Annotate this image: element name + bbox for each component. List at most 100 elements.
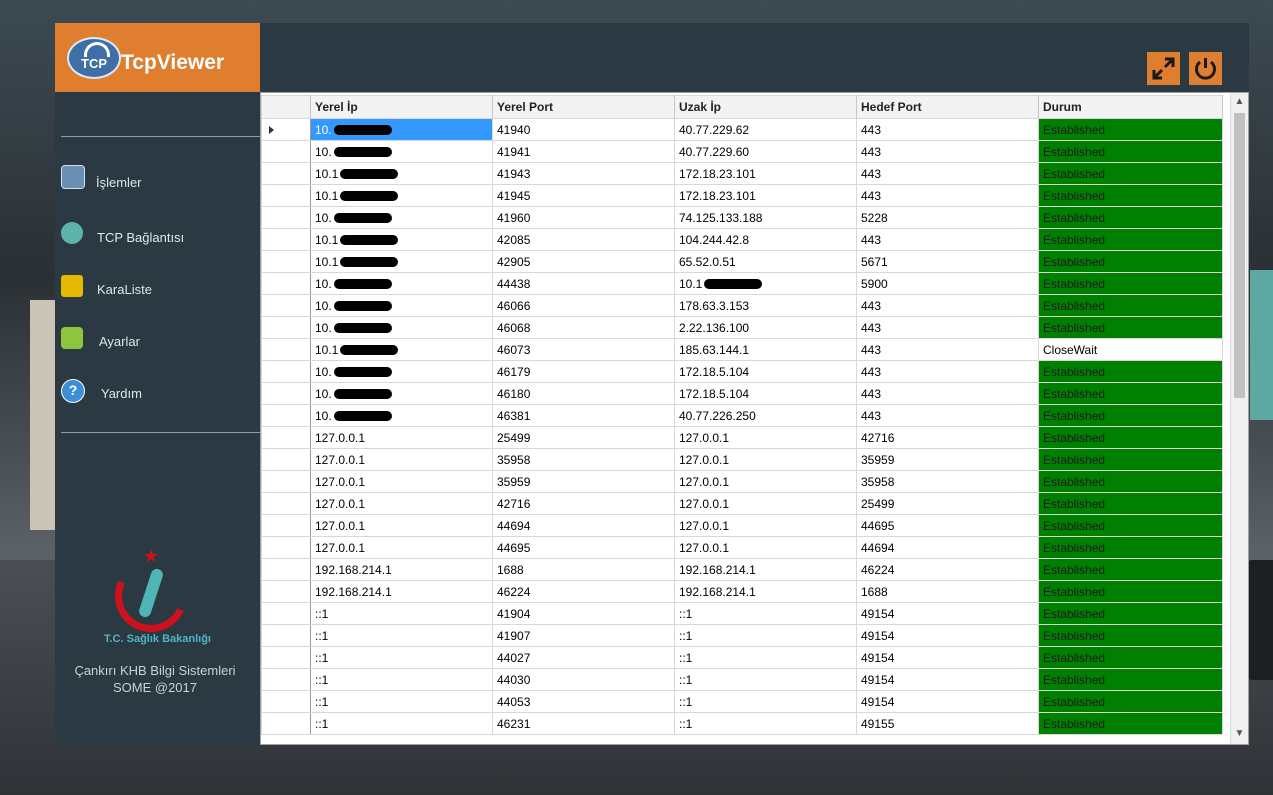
remote-ip-cell[interactable]: 172.18.5.104 [674,382,857,405]
remote-ip-cell[interactable]: 127.0.0.1 [674,448,857,471]
local-ip-cell[interactable]: ::1 [310,624,493,647]
remote-ip-cell[interactable]: ::1 [674,624,857,647]
table-row[interactable]: 10. 46180 172.18.5.104 443 Established [261,382,1223,405]
row-header[interactable] [261,602,311,625]
table-row[interactable]: 127.0.0.1 35958 127.0.0.1 35959 Established [261,448,1223,471]
status-cell[interactable]: Established [1038,184,1223,207]
local-port-cell[interactable]: 46066 [492,294,675,317]
table-row[interactable]: ::1 44027::1 49154 Established [261,646,1223,669]
row-header[interactable] [261,448,311,471]
status-cell[interactable]: Established [1038,228,1223,251]
remote-ip-cell[interactable]: 10.1 [674,272,857,295]
scroll-up-icon[interactable]: ▲ [1233,96,1246,109]
status-cell[interactable]: Established [1038,118,1223,141]
local-ip-cell[interactable]: 127.0.0.1 [310,492,493,515]
local-port-cell[interactable]: 42085 [492,228,675,251]
local-ip-cell[interactable]: ::1 [310,602,493,625]
local-port-cell[interactable]: 46381 [492,404,675,427]
scroll-down-icon[interactable]: ▼ [1233,728,1246,741]
expand-button[interactable] [1147,52,1180,85]
status-cell[interactable]: Established [1038,668,1223,691]
status-cell[interactable]: Established [1038,646,1223,669]
row-header[interactable] [261,646,311,669]
row-header[interactable] [261,426,311,449]
local-ip-cell[interactable]: 10. [310,206,493,229]
table-row[interactable]: 10. 41941 40.77.229.60 443 Established [261,140,1223,163]
row-header[interactable] [261,184,311,207]
local-port-cell[interactable]: 1688 [492,558,675,581]
local-port-cell[interactable]: 41940 [492,118,675,141]
status-cell[interactable]: CloseWait [1038,338,1223,361]
status-cell[interactable]: Established [1038,140,1223,163]
local-port-cell[interactable]: 42905 [492,250,675,273]
status-cell[interactable]: Established [1038,250,1223,273]
row-header[interactable] [261,492,311,515]
remote-ip-cell[interactable]: 65.52.0.51 [674,250,857,273]
power-button[interactable] [1189,52,1222,85]
local-port-cell[interactable]: 42716 [492,492,675,515]
status-cell[interactable]: Established [1038,690,1223,713]
local-port-cell[interactable]: 46231 [492,712,675,735]
remote-port-cell[interactable]: 25499 [856,492,1039,515]
status-cell[interactable]: Established [1038,382,1223,405]
remote-ip-cell[interactable]: 172.18.23.101 [674,184,857,207]
table-row[interactable]: 192.168.214.1 46224 192.168.214.1 1688 Estab… [261,580,1223,603]
status-cell[interactable]: Established [1038,272,1223,295]
sidebar-item-islemler[interactable]: İşlemler [55,159,260,199]
remote-ip-cell[interactable]: 40.77.229.60 [674,140,857,163]
column-header[interactable]: Uzak İp [674,95,857,119]
table-row[interactable]: 10. 41940 40.77.229.62 443 Established [261,118,1223,141]
remote-ip-cell[interactable]: 74.125.133.188 [674,206,857,229]
remote-port-cell[interactable]: 443 [856,338,1039,361]
status-cell[interactable]: Established [1038,360,1223,383]
local-port-cell[interactable]: 44695 [492,536,675,559]
remote-ip-cell[interactable]: ::1 [674,602,857,625]
local-ip-cell[interactable]: 127.0.0.1 [310,426,493,449]
local-ip-cell[interactable]: 192.168.214.1 [310,558,493,581]
local-ip-cell[interactable]: 10.1 [310,250,493,273]
remote-port-cell[interactable]: 49154 [856,646,1039,669]
remote-ip-cell[interactable]: 192.168.214.1 [674,580,857,603]
row-header[interactable] [261,118,311,141]
local-ip-cell[interactable]: ::1 [310,712,493,735]
local-ip-cell[interactable]: ::1 [310,646,493,669]
remote-port-cell[interactable]: 443 [856,382,1039,405]
table-row[interactable]: ::1 44053::1 49154 Established [261,690,1223,713]
local-port-cell[interactable]: 41960 [492,206,675,229]
scroll-thumb[interactable] [1234,113,1245,398]
table-row[interactable]: 10. 46381 40.77.226.250 443 Established [261,404,1223,427]
local-ip-cell[interactable]: 10. [310,272,493,295]
local-ip-cell[interactable]: 10.1 [310,228,493,251]
row-header[interactable] [261,404,311,427]
remote-port-cell[interactable]: 1688 [856,580,1039,603]
local-ip-cell[interactable]: 10. [310,316,493,339]
remote-port-cell[interactable]: 443 [856,294,1039,317]
remote-ip-cell[interactable]: 192.168.214.1 [674,558,857,581]
remote-ip-cell[interactable]: ::1 [674,690,857,713]
table-row[interactable]: 10. 44438 10.1 5900 Established [261,272,1223,295]
remote-ip-cell[interactable]: 104.244.42.8 [674,228,857,251]
remote-port-cell[interactable]: 44695 [856,514,1039,537]
remote-ip-cell[interactable]: 185.63.144.1 [674,338,857,361]
local-ip-cell[interactable]: 10. [310,294,493,317]
remote-port-cell[interactable]: 49154 [856,624,1039,647]
remote-ip-cell[interactable]: ::1 [674,646,857,669]
remote-port-cell[interactable]: 42716 [856,426,1039,449]
local-port-cell[interactable]: 41941 [492,140,675,163]
status-cell[interactable]: Established [1038,426,1223,449]
sidebar-item-karaliste[interactable]: KaraListe [55,269,260,309]
status-cell[interactable]: Established [1038,514,1223,537]
local-ip-cell[interactable]: 127.0.0.1 [310,536,493,559]
status-cell[interactable]: Established [1038,294,1223,317]
local-port-cell[interactable]: 41907 [492,624,675,647]
remote-ip-cell[interactable]: 40.77.229.62 [674,118,857,141]
local-port-cell[interactable]: 35959 [492,470,675,493]
remote-port-cell[interactable]: 5900 [856,272,1039,295]
row-header[interactable] [261,338,311,361]
remote-ip-cell[interactable]: 178.63.3.153 [674,294,857,317]
row-header[interactable] [261,228,311,251]
table-row[interactable]: 10. 41960 74.125.133.188 5228 Established [261,206,1223,229]
local-port-cell[interactable]: 46179 [492,360,675,383]
row-header[interactable] [261,690,311,713]
status-cell[interactable]: Established [1038,558,1223,581]
